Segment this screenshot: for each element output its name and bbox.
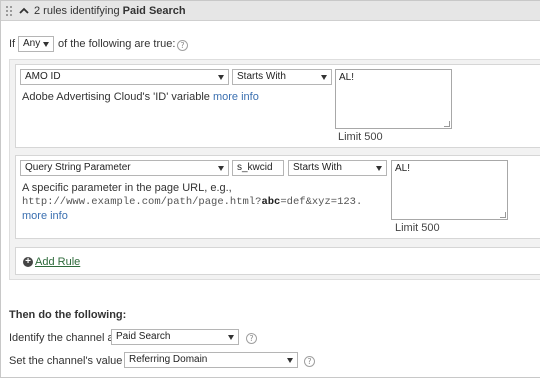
- chevron-down-icon: [287, 358, 293, 363]
- more-info-link[interactable]: more info: [213, 91, 259, 103]
- rule-limit: Limit 500: [395, 222, 440, 234]
- chevron-down-icon: [321, 75, 327, 80]
- help-icon[interactable]: ?: [246, 333, 257, 344]
- condition-suffix: of the following are true:: [58, 38, 176, 50]
- rule-field-value: AMO ID: [25, 71, 61, 82]
- param-name-value: s_kwcid: [237, 162, 273, 173]
- rule-description: Adobe Advertising Cloud's 'ID' variable …: [22, 91, 259, 103]
- more-info-link[interactable]: more info: [22, 210, 68, 222]
- chevron-down-icon: [376, 166, 382, 171]
- example-url-end: =def&xyz=123.: [280, 196, 363, 208]
- example-url-param: abc: [261, 196, 281, 208]
- match-type-value: Any: [23, 38, 41, 49]
- condition-prefix: If: [9, 38, 16, 50]
- rule-description: A specific parameter in the page URL, e.…: [22, 182, 232, 194]
- resize-handle-icon[interactable]: [444, 121, 450, 127]
- param-name-input[interactable]: s_kwcid: [232, 160, 284, 176]
- chevron-up-icon[interactable]: [18, 5, 30, 17]
- channel-label: Identify the channel as: [9, 332, 120, 344]
- rule-set-header[interactable]: 2 rules identifying Paid Search: [1, 1, 540, 21]
- rule-value-textarea[interactable]: AL!: [391, 160, 508, 220]
- help-icon[interactable]: ?: [177, 40, 188, 51]
- add-rule-row: [15, 247, 540, 275]
- rule-value-textarea[interactable]: AL!: [335, 69, 452, 129]
- example-url-start: http://www.example.com/path/page.html?: [22, 196, 262, 208]
- rule-value-text: AL!: [395, 163, 411, 174]
- rule-operator-select[interactable]: Starts With: [288, 160, 387, 176]
- rule-field-select[interactable]: Query String Parameter: [20, 160, 229, 176]
- rule-operator-value: Starts With: [293, 162, 342, 173]
- actions-heading: Then do the following:: [9, 309, 127, 321]
- channel-select-value: Paid Search: [116, 331, 171, 342]
- channel-value-label: Set the channel's value to: [9, 355, 135, 367]
- chevron-down-icon: [228, 335, 234, 340]
- help-icon[interactable]: ?: [304, 356, 315, 367]
- channel-select[interactable]: Paid Search: [111, 329, 239, 345]
- header-title-channel: Paid Search: [122, 5, 186, 17]
- rule-value-text: AL!: [339, 72, 355, 83]
- chevron-down-icon: [43, 42, 49, 47]
- resize-handle-icon[interactable]: [500, 212, 506, 218]
- drag-handle-icon[interactable]: [6, 6, 14, 16]
- match-type-select[interactable]: Any: [18, 36, 54, 52]
- rule-field-value: Query String Parameter: [25, 162, 131, 173]
- channel-value-select[interactable]: Referring Domain: [124, 352, 298, 368]
- plus-circle-icon[interactable]: +: [23, 257, 33, 267]
- rule-field-select[interactable]: AMO ID: [20, 69, 229, 85]
- example-url: http://www.example.com/path/page.html?ab…: [22, 196, 362, 208]
- add-rule-link[interactable]: Add Rule: [35, 256, 80, 268]
- header-title-prefix: 2 rules identifying: [34, 5, 120, 17]
- rule-limit: Limit 500: [338, 131, 383, 143]
- rule-description-text: Adobe Advertising Cloud's 'ID' variable: [22, 91, 210, 103]
- chevron-down-icon: [218, 75, 224, 80]
- header-title: 2 rules identifying Paid Search: [34, 5, 186, 17]
- channel-value-select-value: Referring Domain: [129, 354, 208, 365]
- rule-operator-select[interactable]: Starts With: [232, 69, 332, 85]
- chevron-down-icon: [218, 166, 224, 171]
- rule-operator-value: Starts With: [237, 71, 286, 82]
